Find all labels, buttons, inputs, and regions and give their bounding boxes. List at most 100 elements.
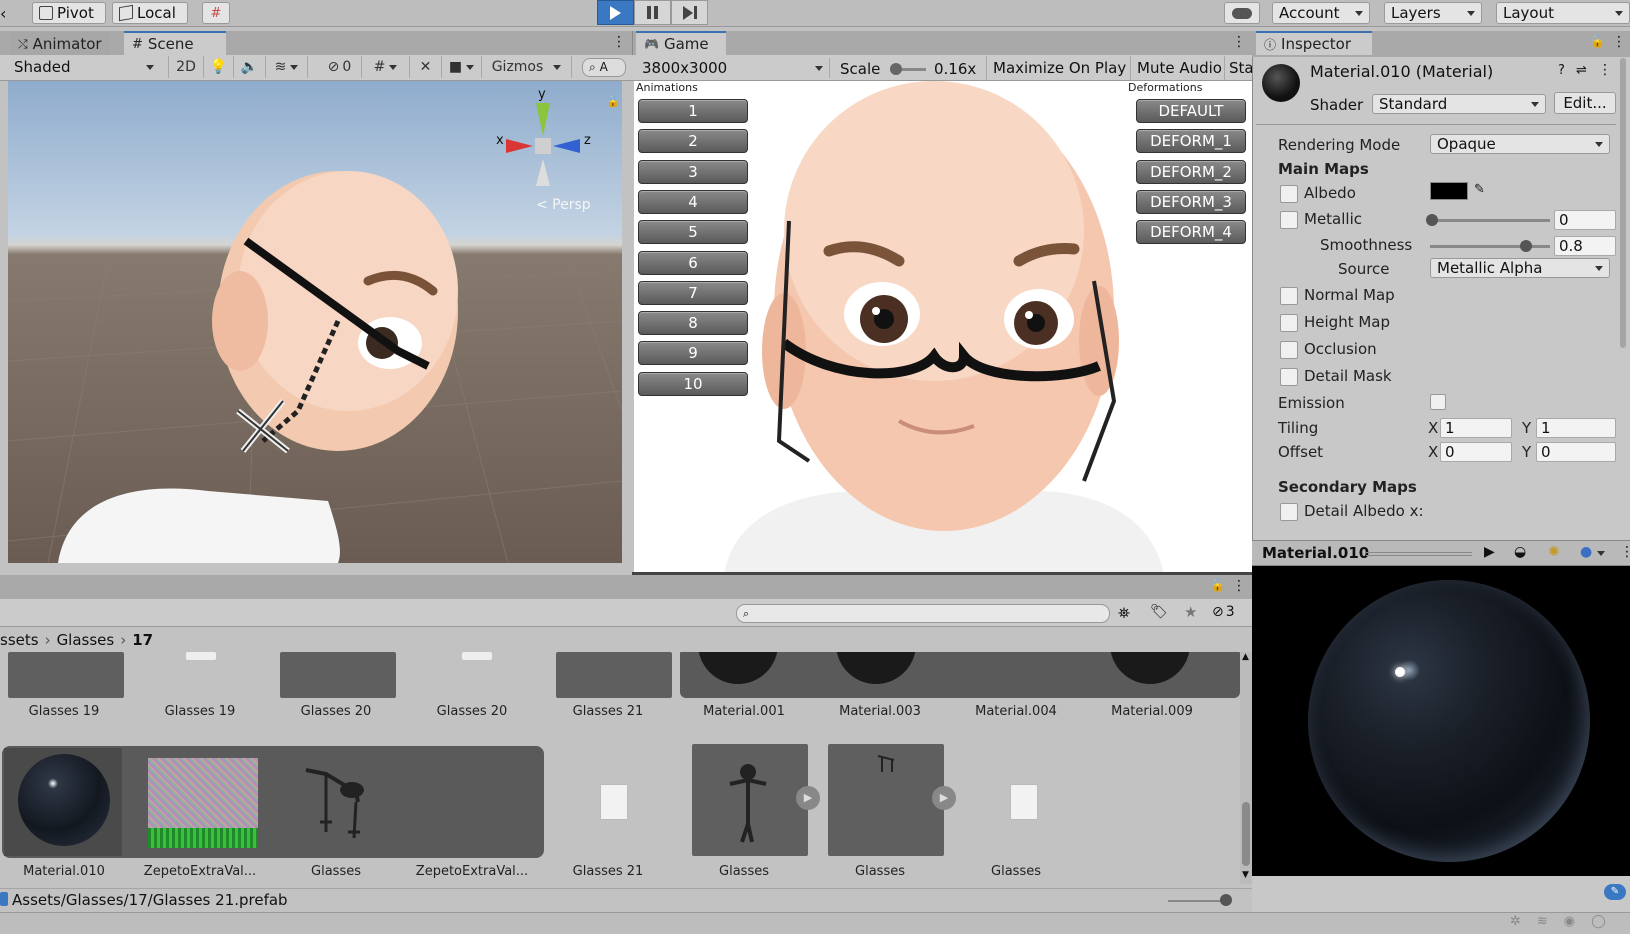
asset-thumb[interactable] xyxy=(556,652,672,698)
preview-menu-icon[interactable]: ⋮ xyxy=(1620,544,1630,560)
tab-inspector[interactable]: ⓘ Inspector xyxy=(1256,31,1372,55)
grid-toggle[interactable]: # xyxy=(362,56,410,78)
scroll-up-icon[interactable]: ▲ xyxy=(1242,652,1249,662)
tab-scene[interactable]: # Scene xyxy=(124,31,226,55)
asset-thumb[interactable] xyxy=(8,652,124,698)
animation-button-7[interactable]: 7 xyxy=(638,280,748,305)
deformation-button-deform-1[interactable]: DEFORM_1 xyxy=(1136,129,1246,154)
expand-arrow-icon[interactable]: ▶ xyxy=(796,786,820,810)
game-viewport[interactable]: Animations Deformations 1 2 3 4 5 6 7 8 9 10 DEFA… xyxy=(634,81,1252,575)
pause-button[interactable] xyxy=(634,0,671,25)
asset-label[interactable]: ZepetoExtraVal... xyxy=(136,864,264,879)
texture-thumb[interactable] xyxy=(148,758,258,848)
asset-label[interactable]: Glasses 19 xyxy=(0,704,128,719)
lock-icon[interactable]: 🔓 xyxy=(1590,34,1605,48)
occlusion-texture-slot[interactable] xyxy=(1280,341,1298,359)
animation-button-2[interactable]: 2 xyxy=(638,129,748,154)
material-010-thumb[interactable] xyxy=(4,748,122,856)
animation-button-1[interactable]: 1 xyxy=(638,99,748,123)
breadcrumb-assets[interactable]: ssets xyxy=(0,631,39,649)
layers-dropdown[interactable]: Layers xyxy=(1384,2,1482,24)
animation-button-6[interactable]: 6 xyxy=(638,250,748,275)
asset-label[interactable]: Glasses 19 xyxy=(136,704,264,719)
camera-dropdown[interactable]: ■ xyxy=(442,56,482,78)
grid-snap-button[interactable]: # xyxy=(202,2,230,24)
normal-map-texture-slot[interactable] xyxy=(1280,287,1298,305)
prefab-thumb[interactable] xyxy=(692,744,808,856)
asset-thumb[interactable] xyxy=(462,652,492,660)
scene-search-field[interactable]: ⌕ A xyxy=(582,58,626,77)
stats-toggle[interactable]: Sta xyxy=(1224,56,1252,80)
asset-label[interactable]: Material.001 xyxy=(680,704,808,719)
preview-light-icon[interactable]: ✺ xyxy=(1548,544,1560,560)
asset-label[interactable]: Material.003 xyxy=(816,704,944,719)
shading-mode-dropdown[interactable]: Shaded xyxy=(8,57,160,77)
smoothness-slider[interactable] xyxy=(1430,240,1550,252)
mode-2d-button[interactable]: 2D xyxy=(168,56,204,78)
deformation-button-deform-3[interactable]: DEFORM_3 xyxy=(1136,189,1246,214)
shader-edit-button[interactable]: Edit... xyxy=(1554,92,1616,114)
asset-label[interactable]: Material.004 xyxy=(952,704,1080,719)
metallic-label[interactable]: Metallic xyxy=(1304,210,1362,228)
tiling-y-field[interactable]: 1 xyxy=(1536,418,1616,438)
shader-dropdown[interactable]: Standard xyxy=(1372,94,1546,114)
tools-toggle[interactable]: ✕ xyxy=(410,56,442,78)
filter-by-label-icon[interactable]: 🏷 xyxy=(1150,604,1168,620)
rendering-mode-dropdown[interactable]: Opaque xyxy=(1430,134,1610,154)
height-map-label[interactable]: Height Map xyxy=(1304,313,1390,331)
project-scrollbar[interactable]: ▲ ▼ xyxy=(1240,652,1252,884)
metallic-slider-thumb[interactable] xyxy=(1426,214,1438,226)
filter-by-type-icon[interactable]: ⛯ xyxy=(1118,604,1130,622)
detail-albedo-texture-slot[interactable] xyxy=(1280,503,1298,521)
breadcrumb-17[interactable]: 17 xyxy=(132,631,153,649)
lighting-toggle[interactable]: 💡 xyxy=(204,56,234,78)
maximize-on-play-toggle[interactable]: Maximize On Play xyxy=(986,56,1132,80)
layout-dropdown[interactable]: Layout xyxy=(1496,2,1630,24)
hidden-packages-toggle[interactable]: ⊘ 3 xyxy=(1212,604,1235,620)
offset-x-field[interactable]: 0 xyxy=(1440,442,1512,462)
asset-thumb[interactable] xyxy=(186,652,216,660)
account-dropdown[interactable]: Account xyxy=(1272,2,1370,24)
breadcrumb-glasses[interactable]: Glasses xyxy=(57,631,115,649)
detail-mask-texture-slot[interactable] xyxy=(1280,368,1298,386)
step-button[interactable] xyxy=(671,0,708,25)
animation-button-3[interactable]: 3 xyxy=(638,159,748,184)
asset-label[interactable]: ZepetoExtraVal... xyxy=(408,864,536,879)
asset-label[interactable]: Glasses 20 xyxy=(408,704,536,719)
animation-button-8[interactable]: 8 xyxy=(638,311,748,336)
albedo-color-swatch[interactable] xyxy=(1430,182,1468,200)
asset-label[interactable]: Glasses 21 xyxy=(544,864,672,879)
favorites-icon[interactable]: ★ xyxy=(1184,603,1197,621)
project-menu-icon[interactable]: ⋮ xyxy=(1232,578,1246,594)
asset-label[interactable]: Glasses xyxy=(952,864,1080,879)
back-chevron-icon[interactable]: ‹ xyxy=(0,4,14,23)
persp-label[interactable]: < Persp xyxy=(536,197,591,213)
albedo-label[interactable]: Albedo xyxy=(1304,184,1356,202)
smoothness-field[interactable]: 0.8 xyxy=(1554,236,1616,256)
orientation-gizmo[interactable] xyxy=(488,91,598,201)
tab-animator[interactable]: ⤭ Animator xyxy=(10,32,110,56)
pivot-button[interactable]: Pivot xyxy=(32,2,106,24)
height-map-texture-slot[interactable] xyxy=(1280,314,1298,332)
inspector-menu-icon[interactable]: ⋮ xyxy=(1612,34,1626,50)
deformation-button-deform-2[interactable]: DEFORM_2 xyxy=(1136,159,1246,184)
play-button[interactable] xyxy=(597,0,634,25)
animation-button-5[interactable]: 5 xyxy=(638,220,748,245)
asset-label[interactable]: Material.010 xyxy=(0,864,128,879)
material-menu-icon[interactable]: ⋮ xyxy=(1598,62,1612,78)
deformation-button-default[interactable]: DEFAULT xyxy=(1136,99,1246,123)
asset-thumb[interactable] xyxy=(280,652,396,698)
mute-audio-toggle[interactable]: Mute Audio xyxy=(1130,56,1228,80)
normal-map-label[interactable]: Normal Map xyxy=(1304,286,1395,304)
prefab-thumb[interactable] xyxy=(828,744,944,856)
resolution-dropdown[interactable]: 3800x3000 xyxy=(636,58,830,78)
metallic-slider[interactable] xyxy=(1426,214,1550,226)
lock-icon[interactable]: 🔒 xyxy=(606,95,620,108)
detail-albedo-label[interactable]: Detail Albedo x: xyxy=(1304,502,1424,520)
source-dropdown[interactable]: Metallic Alpha xyxy=(1430,258,1610,278)
smoothness-slider-thumb[interactable] xyxy=(1520,240,1532,252)
metallic-field[interactable]: 0 xyxy=(1554,210,1616,230)
scene-viewport[interactable]: y x z < Persp 🔒 xyxy=(8,81,622,563)
material-preview[interactable] xyxy=(1252,566,1630,876)
deformation-button-deform-4[interactable]: DEFORM_4 xyxy=(1136,220,1246,245)
